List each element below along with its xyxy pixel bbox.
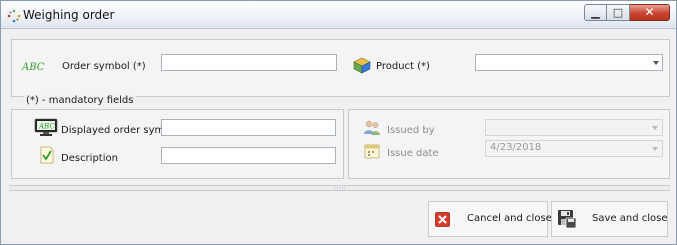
close-icon: ✕	[644, 5, 655, 19]
calendar-icon	[364, 144, 380, 159]
cancel-x-icon	[435, 212, 450, 227]
issued-by-select	[485, 119, 663, 136]
save-disk-icon	[558, 210, 577, 229]
minimize-icon: ▁	[591, 6, 600, 19]
app-icon	[7, 9, 21, 23]
description-input[interactable]	[161, 147, 336, 164]
cancel-and-close-label: Cancel and close	[467, 213, 552, 224]
issue-date-label: Issue date	[387, 148, 439, 159]
save-and-close-label: Save and close	[592, 213, 668, 224]
product-label: Product (*)	[376, 61, 430, 72]
description-label: Description	[61, 153, 118, 164]
save-and-close-button[interactable]: Save and close	[551, 201, 668, 237]
issued-by-label: Issued by	[387, 125, 435, 136]
title-bar[interactable]: Weighing order ▁ □ ✕	[1, 1, 676, 29]
issue-date-picker: 4/23/2018	[485, 140, 663, 157]
abc-icon-text: ABC	[21, 62, 45, 72]
displayed-order-symbol-input[interactable]	[161, 119, 336, 136]
chevron-down-icon	[652, 147, 658, 151]
window-title: Weighing order	[23, 8, 115, 22]
maximize-button[interactable]: □	[607, 4, 630, 21]
monitor-abc-icon: ABC	[34, 118, 58, 136]
chevron-down-icon	[652, 126, 658, 130]
mandatory-fields-note: (*) - mandatory fields	[24, 95, 136, 106]
close-window-button[interactable]: ✕	[630, 4, 670, 21]
order-symbol-input[interactable]	[161, 54, 337, 71]
document-check-icon	[40, 146, 54, 164]
issue-date-value: 4/23/2018	[490, 142, 542, 153]
abc-icon: ABC	[21, 62, 45, 72]
monitor-abc-icon-text: ABC	[38, 123, 55, 131]
maximize-icon: □	[612, 6, 624, 19]
users-icon	[364, 120, 380, 135]
minimize-button[interactable]: ▁	[584, 4, 607, 21]
weighing-order-window: Weighing order ▁ □ ✕ ABC Order symbol (*…	[0, 0, 677, 245]
cancel-and-close-button[interactable]: Cancel and close	[428, 201, 552, 237]
chevron-down-icon	[653, 61, 659, 65]
product-box-icon	[353, 57, 371, 74]
order-symbol-label: Order symbol (*)	[62, 61, 146, 72]
product-select[interactable]	[475, 54, 663, 71]
